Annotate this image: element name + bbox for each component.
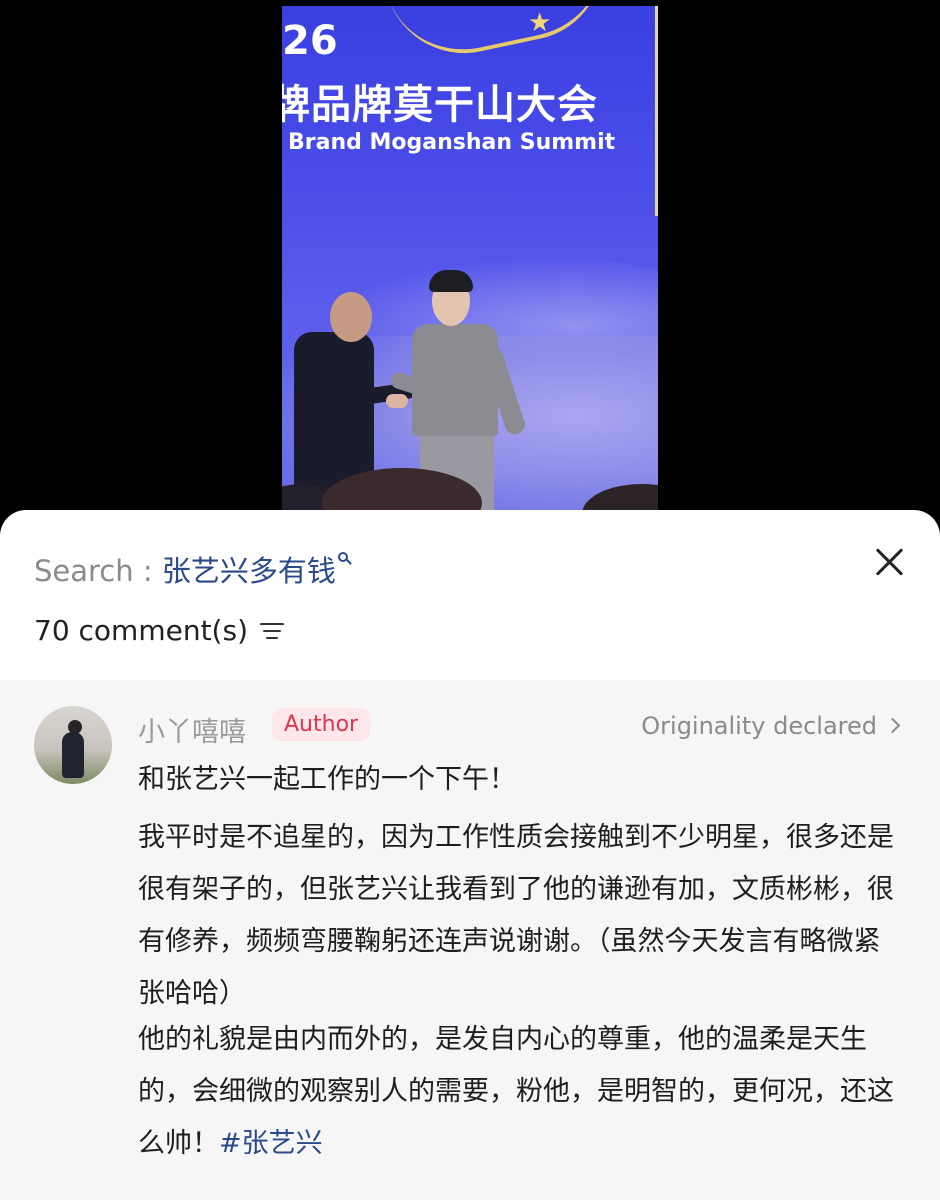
banner-arc-decoration (386, 6, 618, 68)
search-term-link[interactable]: 张艺兴多有钱 (162, 554, 336, 588)
comment-count-row: 70 comment(s) (34, 614, 284, 647)
avatar[interactable] (34, 706, 112, 784)
close-icon[interactable] (872, 544, 908, 580)
banner-divider (655, 6, 658, 216)
chevron-right-icon (884, 717, 901, 733)
person-right-hair (429, 270, 473, 292)
banner-year: 26 (282, 18, 338, 64)
sort-icon[interactable] (260, 621, 284, 641)
comment-paragraph: 我平时是不追星的，因为工作性质会接触到不少明星，很多还是很有架子的，但张艺兴让我… (138, 822, 894, 1009)
banner-title-cn: 牌品牌莫干山大会 (282, 82, 598, 128)
comment-item: 小丫嘻嘻 Author Originality declared 和张艺兴一起工… (0, 680, 940, 1200)
comment-paragraph: 他的礼貌是由内而外的，是发自内心的尊重，他的温柔是天生的，会细微的观察别人的需要… (138, 1014, 898, 1170)
comment-paragraph: 和张艺兴一起工作的一个下午！ (138, 764, 516, 795)
search-suggestion[interactable]: Search : 张艺兴多有钱 (34, 548, 348, 590)
handshake (386, 394, 408, 408)
video-player[interactable]: ★ 26 牌品牌莫干山大会 Brand Moganshan Summit (0, 0, 940, 540)
search-label: Search : (34, 554, 153, 588)
star-icon: ★ (528, 8, 552, 38)
person-left-head (330, 292, 372, 342)
originality-declared-link[interactable]: Originality declared (641, 712, 901, 740)
hashtag-link[interactable]: #张艺兴 (219, 1128, 323, 1159)
comments-sheet: Search : 张艺兴多有钱 70 comment(s) 小丫嘻嘻 Autho… (0, 510, 940, 1200)
originality-label: Originality declared (641, 712, 877, 740)
comment-username[interactable]: 小丫嘻嘻 (138, 710, 246, 749)
comment-count: 70 comment(s) (34, 614, 248, 647)
search-icon (337, 552, 348, 562)
banner-title-en: Brand Moganshan Summit (288, 130, 616, 155)
author-badge: Author (272, 708, 371, 741)
event-photo: ★ 26 牌品牌莫干山大会 Brand Moganshan Summit (282, 6, 658, 510)
